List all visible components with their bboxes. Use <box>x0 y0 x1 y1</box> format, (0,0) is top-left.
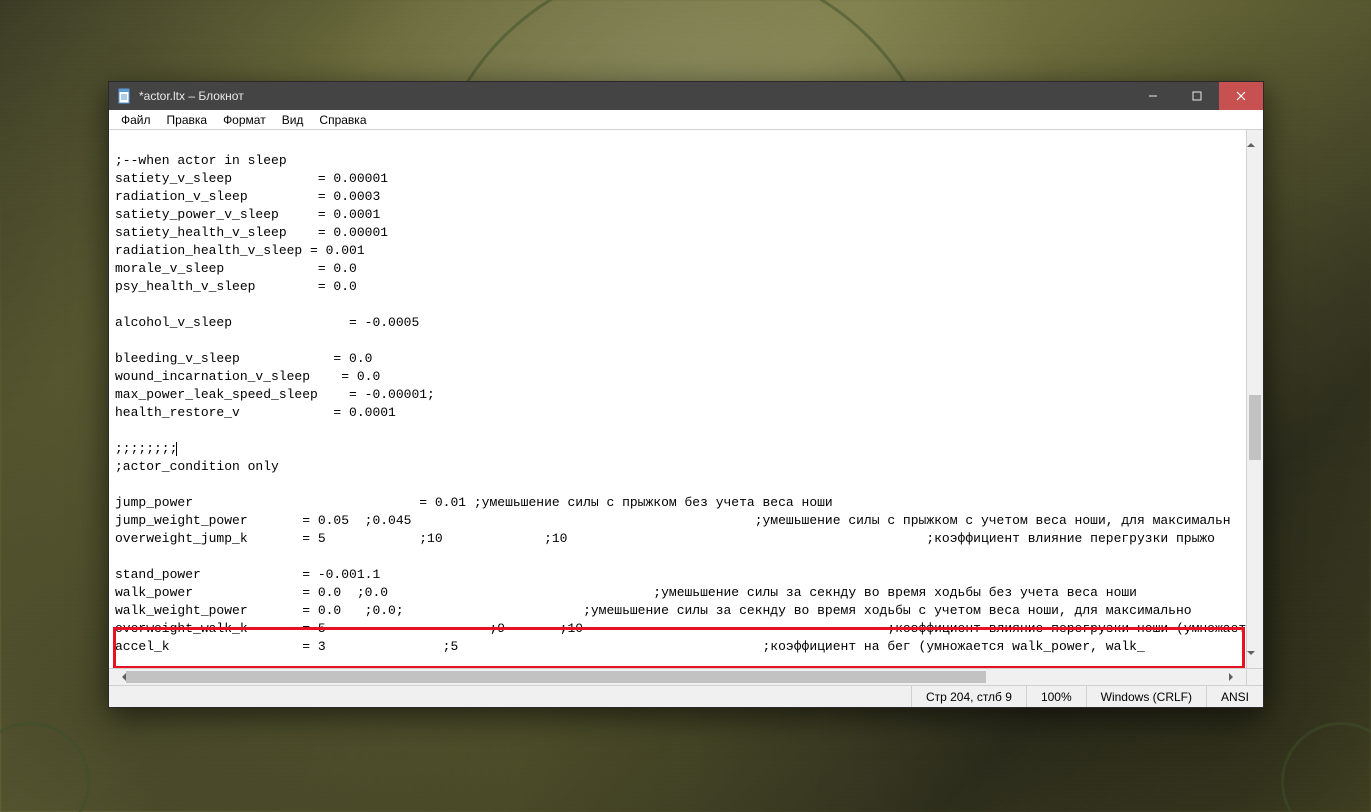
horizontal-scroll-track[interactable] <box>126 669 1229 685</box>
statusbar: Стр 204, стлб 9 100% Windows (CRLF) ANSI <box>109 685 1263 707</box>
scroll-down-button[interactable] <box>1247 651 1263 668</box>
horizontal-scrollbar[interactable] <box>109 668 1263 685</box>
titlebar[interactable]: *actor.ltx – Блокнот <box>109 82 1263 110</box>
menu-format[interactable]: Формат <box>215 111 274 129</box>
scroll-up-button[interactable] <box>1247 130 1263 147</box>
maximize-button[interactable] <box>1175 82 1219 110</box>
scroll-left-button[interactable] <box>109 669 126 685</box>
horizontal-scroll-thumb[interactable] <box>126 671 986 683</box>
text-editor[interactable]: ;--when actor in sleep satiety_v_sleep =… <box>109 130 1246 668</box>
status-line-ending: Windows (CRLF) <box>1086 686 1206 707</box>
vertical-scroll-thumb[interactable] <box>1249 395 1261 460</box>
scroll-right-button[interactable] <box>1229 669 1246 685</box>
scrollbar-corner <box>1246 669 1263 685</box>
menu-edit[interactable]: Правка <box>159 111 216 129</box>
status-cursor-position: Стр 204, стлб 9 <box>911 686 1026 707</box>
menu-help[interactable]: Справка <box>311 111 374 129</box>
menu-file[interactable]: Файл <box>113 111 159 129</box>
vertical-scrollbar[interactable] <box>1246 130 1263 668</box>
menu-view[interactable]: Вид <box>274 111 312 129</box>
notepad-window: *actor.ltx – Блокнот Файл Правка Формат … <box>108 81 1264 708</box>
status-zoom: 100% <box>1026 686 1086 707</box>
close-button[interactable] <box>1219 82 1263 110</box>
notepad-icon <box>117 88 133 104</box>
menubar: Файл Правка Формат Вид Справка <box>109 110 1263 130</box>
window-title: *actor.ltx – Блокнот <box>139 89 244 103</box>
status-encoding: ANSI <box>1206 686 1263 707</box>
minimize-button[interactable] <box>1131 82 1175 110</box>
